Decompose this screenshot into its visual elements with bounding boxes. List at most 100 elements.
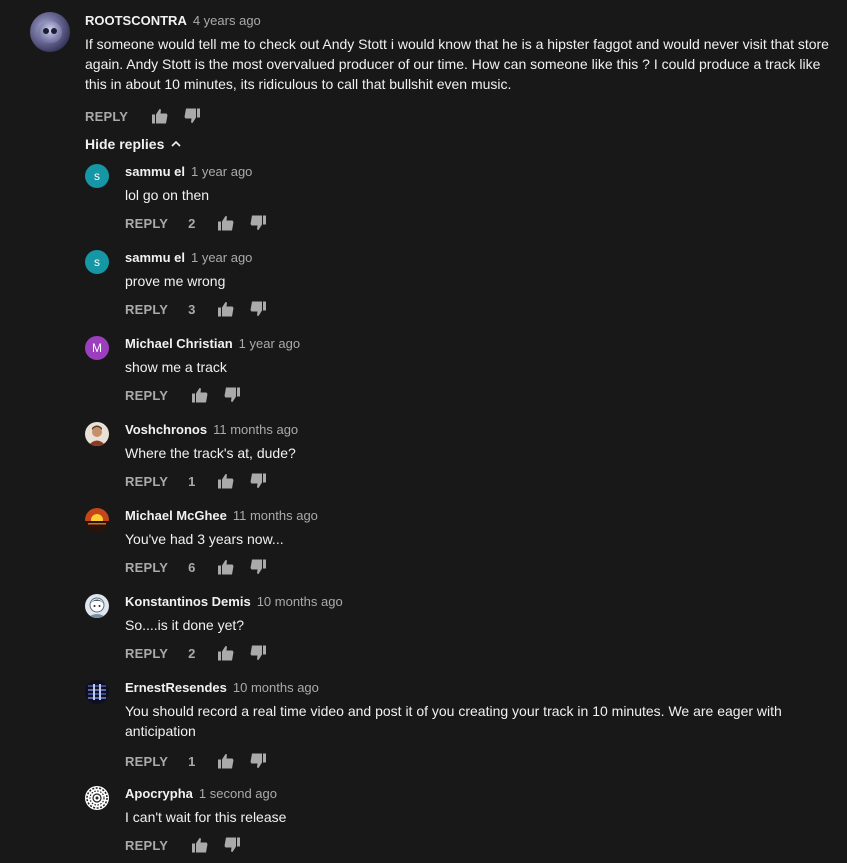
reply-text: lol go on then (125, 187, 210, 203)
reply-body: ErnestResendes 10 months ago You should r… (125, 680, 825, 771)
reply-button[interactable]: REPLY (125, 838, 168, 853)
reply-text: You've had 3 years now... (125, 531, 284, 547)
reply-action-bar: REPLY 2 (125, 213, 825, 233)
portrait-avatar-icon[interactable] (85, 422, 109, 446)
thumbs-down-icon[interactable] (184, 108, 201, 124)
thumbs-up-icon[interactable] (218, 645, 234, 661)
like-count: 1 (188, 753, 196, 769)
reply-action-bar: REPLY 3 (125, 299, 825, 319)
avatar-face (38, 21, 62, 43)
thumbs-up-icon[interactable] (218, 215, 234, 231)
reply-text: prove me wrong (125, 273, 226, 289)
like-count: 2 (188, 215, 196, 231)
chevron-up-icon (171, 140, 181, 147)
reply-time[interactable]: 1 second ago (199, 786, 277, 801)
reply-text: show me a track (125, 359, 227, 375)
thumbs-up-icon[interactable] (192, 837, 208, 853)
sunset-avatar-icon[interactable] (85, 508, 109, 532)
reply-button[interactable]: REPLY (85, 109, 128, 124)
comment-time[interactable]: 4 years ago (193, 13, 261, 28)
thumbs-down-icon[interactable] (250, 645, 267, 661)
thumbs-down-icon[interactable] (250, 301, 267, 317)
reply-body: sammu el 1 year ago prove me wrong REPLY … (125, 250, 825, 319)
reply-time[interactable]: 10 months ago (233, 680, 319, 695)
reply-action-bar: REPLY 1 (125, 471, 825, 491)
reply-header: sammu el 1 year ago (125, 250, 825, 266)
reply-time[interactable]: 10 months ago (257, 594, 343, 609)
reply-time[interactable]: 11 months ago (213, 422, 298, 437)
alien-avatar-icon[interactable] (30, 12, 70, 52)
comment-author[interactable]: ROOTSCONTRA (85, 13, 187, 28)
mandala-avatar-icon[interactable] (85, 786, 109, 810)
like-count: 3 (188, 301, 196, 317)
avatar-eye (43, 28, 49, 34)
like-count: 2 (188, 645, 196, 661)
thumbs-down-icon[interactable] (250, 473, 267, 489)
hide-replies-button[interactable]: Hide replies (85, 134, 182, 154)
letter-avatar-icon[interactable]: M (85, 336, 109, 360)
letter-avatar-icon[interactable]: s (85, 250, 109, 274)
thumbs-down-icon[interactable] (224, 387, 241, 403)
thumbs-up-icon[interactable] (152, 108, 168, 124)
reply-body: sammu el 1 year ago lol go on then REPLY … (125, 164, 825, 233)
reply-action-bar: REPLY (125, 835, 825, 855)
reply-action-bar: REPLY 6 (125, 557, 825, 577)
comment-header: ROOTSCONTRA 4 years ago (85, 12, 840, 30)
reply-body: Apocrypha 1 second ago I can't wait for t… (125, 786, 825, 855)
thumbs-down-icon[interactable] (250, 559, 267, 575)
reply-time[interactable]: 1 year ago (191, 164, 252, 179)
reply-button[interactable]: REPLY (125, 388, 168, 403)
dark-pattern-avatar-icon[interactable] (85, 680, 109, 704)
reply-author[interactable]: Konstantinos Demis (125, 594, 251, 609)
letter-avatar-icon[interactable]: s (85, 164, 109, 188)
thumbs-up-icon[interactable] (218, 473, 234, 489)
thumbs-down-icon[interactable] (250, 753, 267, 769)
reply-author[interactable]: Michael McGhee (125, 508, 227, 523)
reply-body: Michael McGhee 11 months ago You've had 3… (125, 508, 825, 577)
reply-text: I can't wait for this release (125, 809, 287, 825)
avatar-eye (51, 28, 57, 34)
reply-button[interactable]: REPLY (125, 560, 168, 575)
reply-header: Apocrypha 1 second ago (125, 786, 825, 802)
reply-time[interactable]: 1 year ago (191, 250, 252, 265)
reply-text: Where the track's at, dude? (125, 445, 296, 461)
comments-section: ROOTSCONTRA 4 years ago If someone would … (0, 0, 847, 863)
comment-action-bar: REPLY (85, 106, 840, 126)
cartoon-avatar-icon[interactable] (85, 594, 109, 618)
avatar-letter: M (92, 341, 102, 355)
reply-button[interactable]: REPLY (125, 216, 168, 231)
reply-body: Voshchronos 11 months ago Where the track… (125, 422, 825, 491)
reply-author[interactable]: sammu el (125, 164, 185, 179)
reply-header: Konstantinos Demis 10 months ago (125, 594, 825, 610)
reply-author[interactable]: ErnestResendes (125, 680, 227, 695)
reply-button[interactable]: REPLY (125, 302, 168, 317)
thumbs-up-icon[interactable] (218, 753, 234, 769)
reply-text: So....is it done yet? (125, 617, 245, 633)
thumbs-down-icon[interactable] (250, 215, 267, 231)
hide-replies-label: Hide replies (85, 136, 165, 152)
thumbs-up-icon[interactable] (192, 387, 208, 403)
reply-author[interactable]: sammu el (125, 250, 185, 265)
reply-header: sammu el 1 year ago (125, 164, 825, 180)
reply-author[interactable]: Voshchronos (125, 422, 207, 437)
reply-action-bar: REPLY (125, 385, 825, 405)
reply-button[interactable]: REPLY (125, 474, 168, 489)
reply-action-bar: REPLY 2 (125, 643, 825, 663)
reply-button[interactable]: REPLY (125, 754, 168, 769)
avatar-letter: s (94, 169, 100, 183)
reply-body: Michael Christian 1 year ago show me a tr… (125, 336, 825, 405)
reply-time[interactable]: 1 year ago (239, 336, 300, 351)
thumbs-down-icon[interactable] (224, 837, 241, 853)
thumbs-up-icon[interactable] (218, 301, 234, 317)
thumbs-up-icon[interactable] (218, 559, 234, 575)
comment-text: If someone would tell me to check out An… (85, 36, 829, 92)
reply-time[interactable]: 11 months ago (233, 508, 318, 523)
reply-header: Michael McGhee 11 months ago (125, 508, 825, 524)
like-count: 6 (188, 559, 196, 575)
reply-button[interactable]: REPLY (125, 646, 168, 661)
reply-author[interactable]: Michael Christian (125, 336, 233, 351)
reply-author[interactable]: Apocrypha (125, 786, 193, 801)
reply-body: Konstantinos Demis 10 months ago So....is… (125, 594, 825, 663)
reply-action-bar: REPLY 1 (125, 751, 825, 771)
reply-text: You should record a real time video and … (125, 703, 782, 739)
